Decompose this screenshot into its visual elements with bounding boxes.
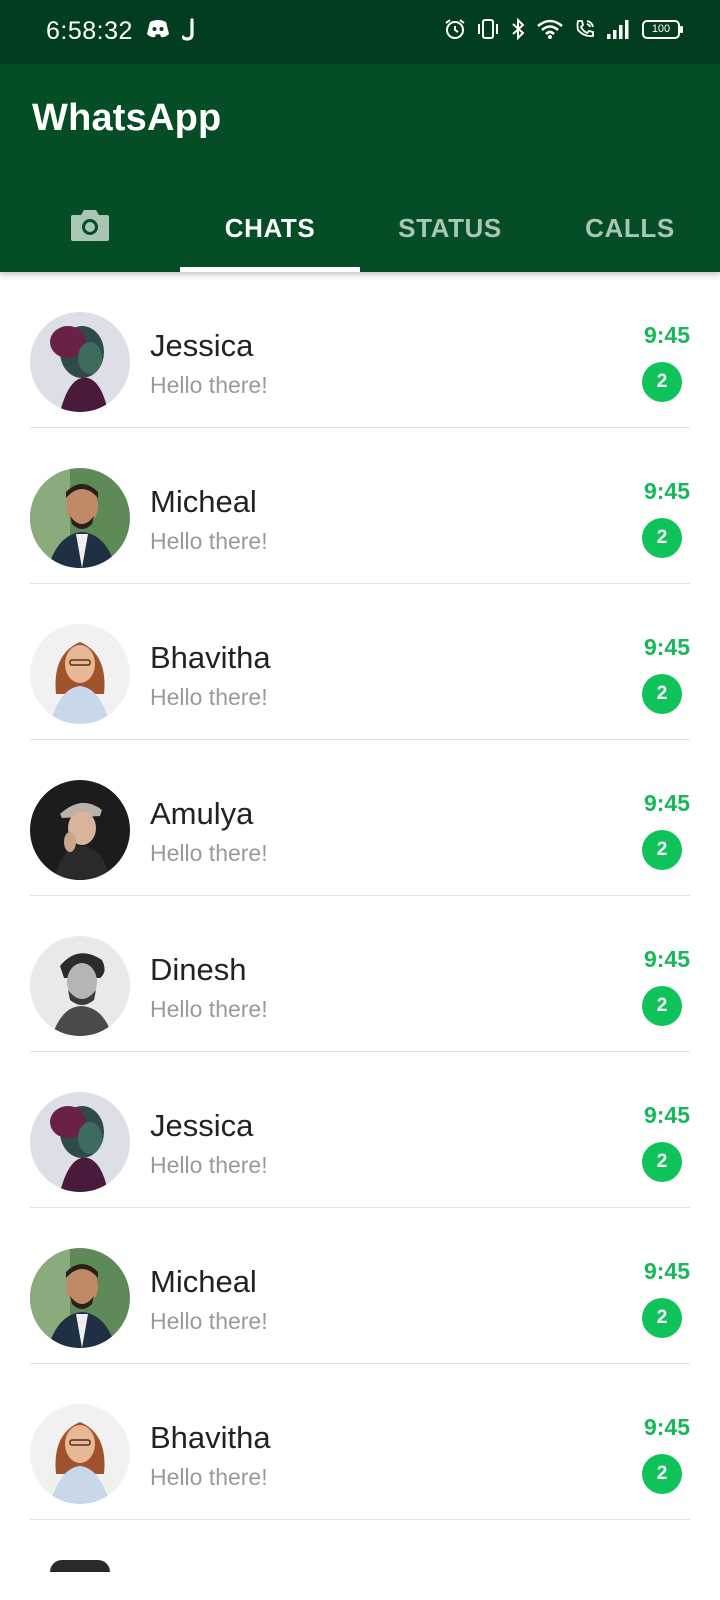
chat-row[interactable]: Bhavitha Hello there! 9:45 2 (0, 1364, 720, 1520)
signal-icon (606, 18, 632, 40)
avatar[interactable] (30, 312, 130, 412)
message-time: 9:45 (643, 478, 690, 504)
unread-badge: 2 (642, 1298, 682, 1338)
contact-name: Micheal (150, 1264, 257, 1299)
chat-row[interactable]: Jessica Hello there! 9:45 2 (0, 272, 720, 428)
tab-chats[interactable]: CHATS (180, 184, 360, 272)
message-time: 9:45 (643, 322, 690, 348)
message-time: 9:45 (643, 1102, 690, 1128)
unread-badge: 2 (642, 362, 682, 402)
alarm-icon (444, 18, 466, 40)
j-app-icon (182, 18, 198, 42)
tab-camera[interactable] (0, 184, 180, 272)
message-time: 9:45 (643, 790, 690, 816)
chat-row[interactable]: Micheal Hello there! 9:45 2 (0, 1208, 720, 1364)
app-bar: WhatsApp CHATS STATUS CALLS (0, 64, 720, 272)
avatar[interactable] (30, 1248, 130, 1348)
status-left-icons (146, 18, 198, 42)
bluetooth-icon (510, 18, 526, 40)
status-bar: 6:58:32 100 (0, 0, 720, 64)
unread-badge: 2 (642, 1142, 682, 1182)
last-message: Hello there! (150, 840, 268, 866)
contact-name: Micheal (150, 484, 257, 519)
last-message: Hello there! (150, 528, 268, 554)
battery-icon: 100 (642, 19, 683, 39)
avatar[interactable] (30, 468, 130, 568)
chat-list: Jessica Hello there! 9:45 2 Micheal Hell… (0, 272, 720, 1520)
avatar[interactable] (30, 624, 130, 724)
contact-name: Dinesh (150, 952, 247, 987)
message-time: 9:45 (643, 1258, 690, 1284)
last-message: Hello there! (150, 1152, 268, 1178)
app-title: WhatsApp (32, 97, 222, 139)
contact-name: Bhavitha (150, 1420, 271, 1455)
contact-name: Bhavitha (150, 640, 271, 675)
last-message: Hello there! (150, 1308, 268, 1334)
last-message: Hello there! (150, 1464, 268, 1490)
tab-bar: CHATS STATUS CALLS (0, 184, 720, 272)
last-message: Hello there! (150, 996, 268, 1022)
unread-badge: 2 (642, 986, 682, 1026)
row-divider (30, 1519, 690, 1520)
contact-name: Jessica (150, 328, 254, 363)
last-message: Hello there! (150, 372, 268, 398)
camera-icon (69, 207, 111, 250)
message-time: 9:45 (643, 1414, 690, 1440)
wifi-calling-icon (574, 18, 596, 40)
contact-name: Jessica (150, 1108, 254, 1143)
message-time: 9:45 (643, 634, 690, 660)
unread-badge: 2 (642, 1454, 682, 1494)
discord-icon (146, 18, 170, 42)
avatar[interactable] (30, 1092, 130, 1192)
status-right-icons: 100 (444, 18, 683, 40)
chat-row[interactable]: Jessica Hello there! 9:45 2 (0, 1052, 720, 1208)
unread-badge: 2 (642, 674, 682, 714)
chat-row[interactable]: Bhavitha Hello there! 9:45 2 (0, 584, 720, 740)
tab-status[interactable]: STATUS (360, 184, 540, 272)
wifi-icon (536, 18, 564, 40)
message-time: 9:45 (643, 946, 690, 972)
last-message: Hello there! (150, 684, 268, 710)
unread-badge: 2 (642, 518, 682, 558)
avatar[interactable] (30, 1404, 130, 1504)
tab-calls[interactable]: CALLS (540, 184, 720, 272)
chat-row[interactable]: Dinesh Hello there! 9:45 2 (0, 896, 720, 1052)
vibrate-icon (476, 18, 500, 40)
status-time: 6:58:32 (46, 17, 133, 45)
chat-row[interactable]: Amulya Hello there! 9:45 2 (0, 740, 720, 896)
chat-row[interactable]: Micheal Hello there! 9:45 2 (0, 428, 720, 584)
active-tab-indicator (180, 267, 360, 272)
avatar[interactable] (30, 936, 130, 1036)
partial-avatar (50, 1560, 110, 1572)
contact-name: Amulya (150, 796, 254, 831)
avatar[interactable] (30, 780, 130, 880)
unread-badge: 2 (642, 830, 682, 870)
